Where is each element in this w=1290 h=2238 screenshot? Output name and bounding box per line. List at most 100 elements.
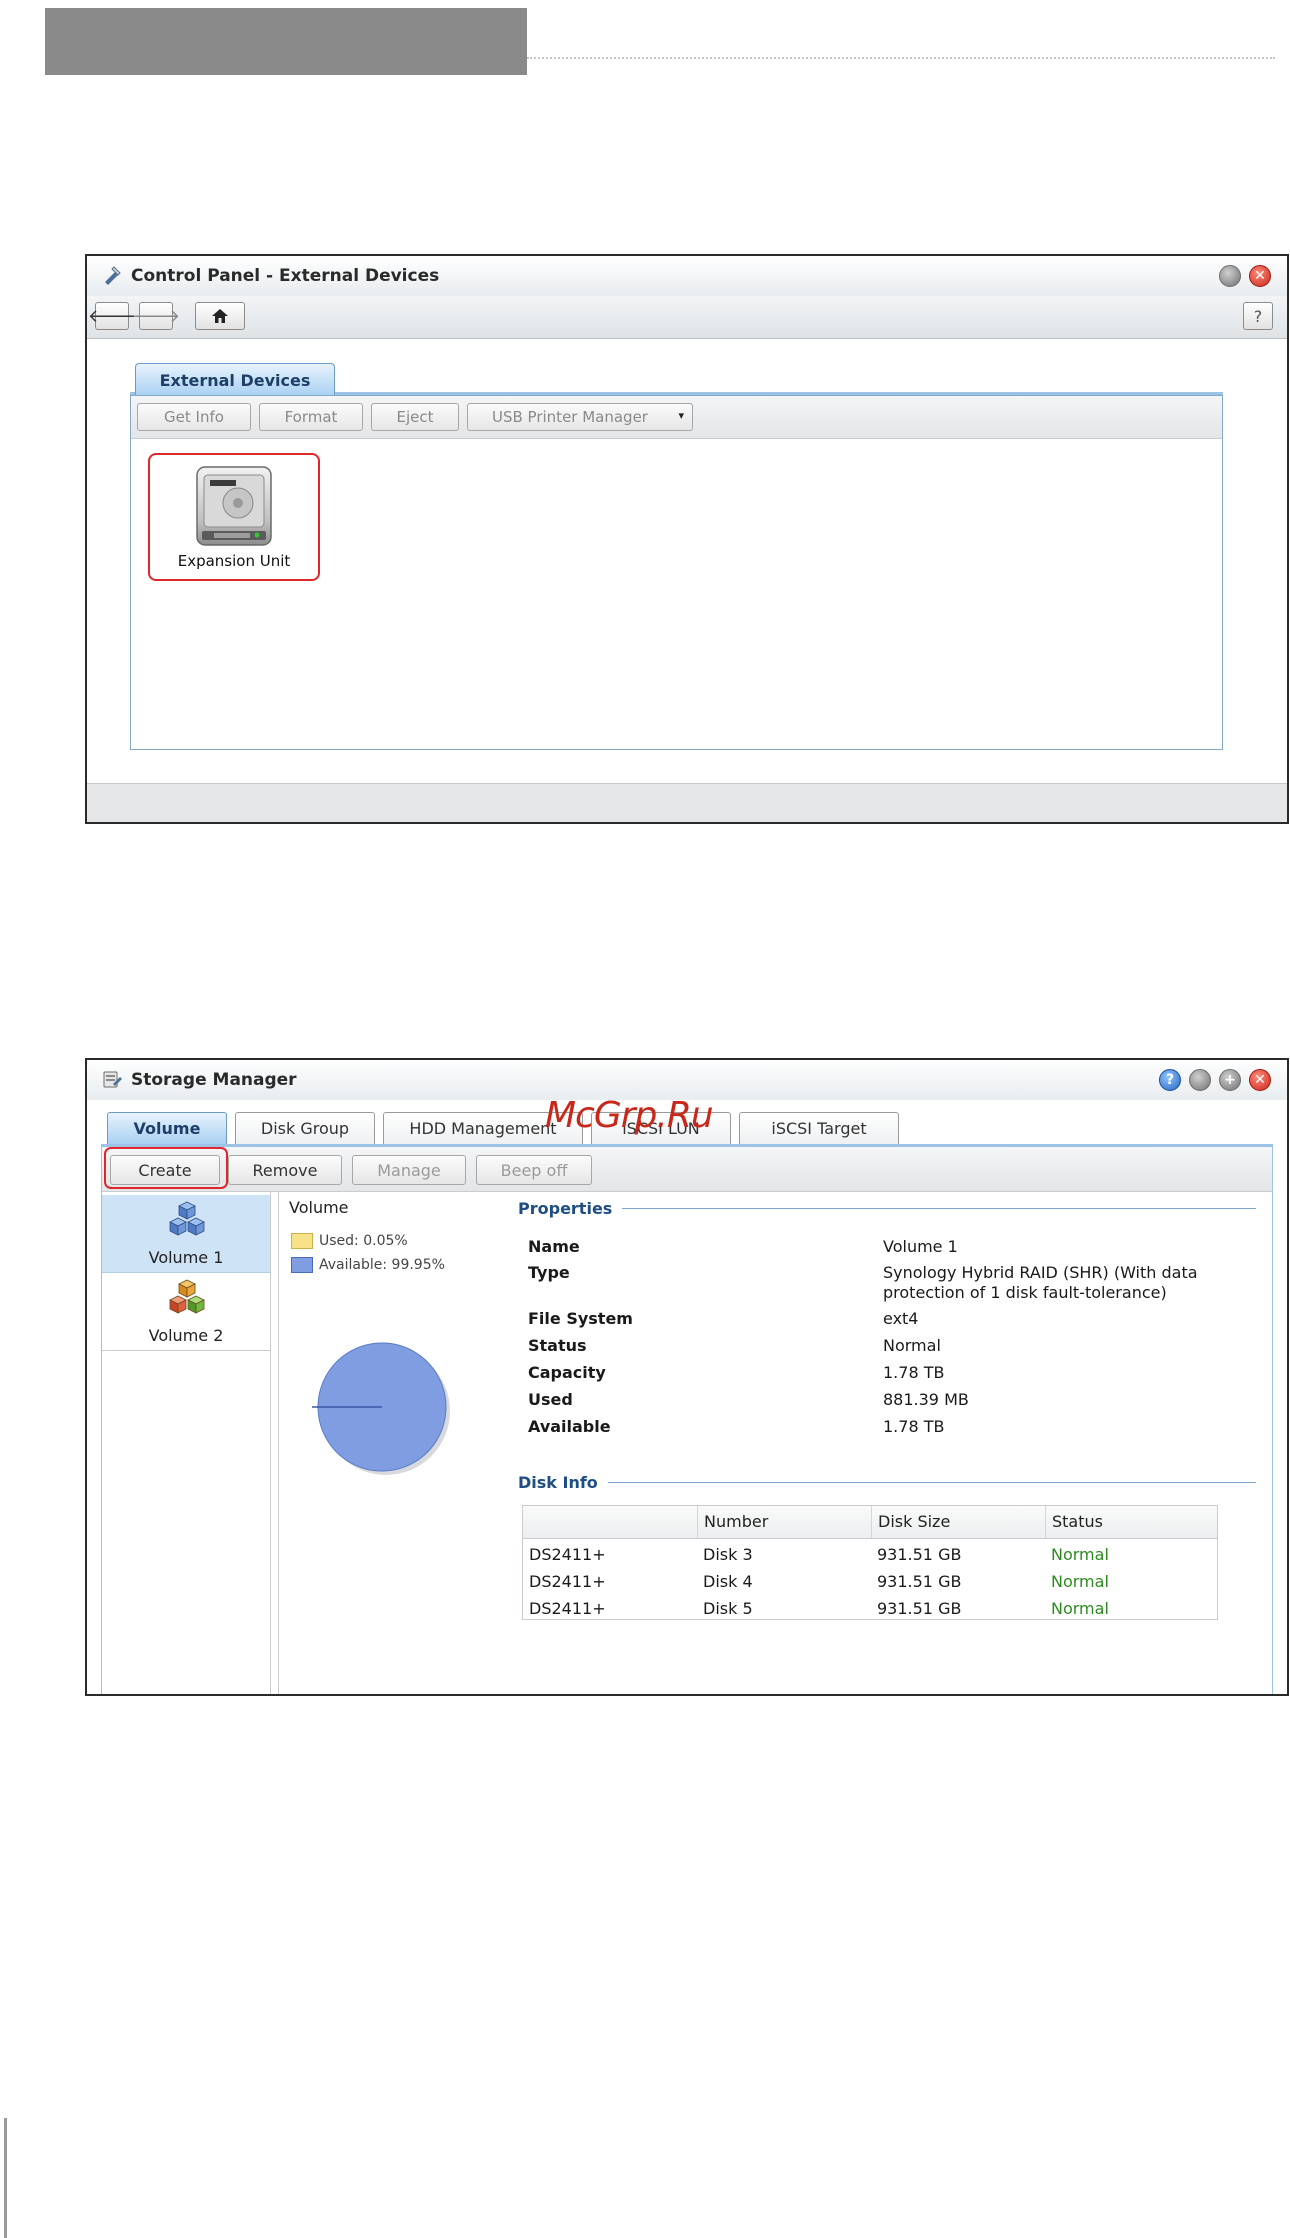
status-bar [87, 783, 1287, 822]
cell-disk-size: 931.51 GB [877, 1599, 962, 1618]
help-button[interactable]: ? [1243, 302, 1273, 330]
usb-printer-manager-label: USB Printer Manager [492, 408, 648, 426]
prop-value-capacity: 1.78 TB [883, 1363, 945, 1382]
get-info-button[interactable]: Get Info [137, 403, 251, 431]
home-button[interactable] [195, 302, 245, 330]
page-header-rule [527, 57, 1275, 59]
cell-device: DS2411+ [529, 1545, 606, 1564]
column-header-disk-size[interactable]: Disk Size [871, 1506, 1045, 1538]
tab-volume[interactable]: Volume [107, 1112, 227, 1144]
watermark: McGrp.Ru [545, 1095, 714, 1136]
cell-device: DS2411+ [529, 1572, 606, 1591]
prop-value-used: 881.39 MB [883, 1390, 969, 1409]
legend-used: Used: 0.05% [291, 1233, 408, 1249]
disk-info-table: Number Disk Size Status DS2411+ Disk 3 9… [522, 1505, 1218, 1620]
minimize-button[interactable] [1189, 1069, 1211, 1091]
back-button[interactable]: 🡐 [88, 302, 136, 330]
storage-manager-window: Storage Manager ? + ✕ Volume Disk Group … [85, 1058, 1289, 1696]
control-panel-body: External Devices Get Info Format Eject U… [87, 339, 1287, 784]
beep-off-button[interactable]: Beep off [476, 1155, 592, 1185]
device-label: Expansion Unit [177, 552, 291, 570]
volume-label: Volume 1 [148, 1248, 224, 1267]
cell-disk-size: 931.51 GB [877, 1572, 962, 1591]
legend-swatch-used [291, 1233, 313, 1249]
control-panel-titlebar: Control Panel - External Devices ✕ [87, 256, 1287, 296]
prop-label-capacity: Capacity [528, 1363, 606, 1382]
eject-button[interactable]: Eject [371, 403, 459, 431]
prop-label-used: Used [528, 1390, 573, 1409]
help-icon: ? [1253, 306, 1263, 326]
format-button[interactable]: Format [259, 403, 363, 431]
control-panel-icon [105, 266, 121, 285]
manage-button[interactable]: Manage [352, 1155, 466, 1185]
legend-available-label: Available: 99.95% [319, 1257, 445, 1273]
column-header-number[interactable]: Number [697, 1506, 871, 1538]
volume-content: Volume 1 Volume 2 Volume Used: 0.05% Ava… [101, 1192, 1273, 1694]
prop-value-available: 1.78 TB [883, 1417, 945, 1436]
properties-area: Properties Name Volume 1 Type Synology H… [508, 1192, 1272, 1694]
forward-button[interactable]: 🡒 [132, 302, 180, 330]
tab-external-devices[interactable]: External Devices [135, 363, 335, 396]
cell-device: DS2411+ [529, 1599, 606, 1618]
page-header-bar [45, 8, 527, 75]
volume-list: Volume 1 Volume 2 [102, 1192, 271, 1694]
prop-label-name: Name [528, 1237, 580, 1256]
tab-iscsi-target[interactable]: iSCSI Target [739, 1112, 899, 1144]
chart-title: Volume [289, 1198, 349, 1217]
cell-status: Normal [1051, 1545, 1109, 1564]
window-title: Control Panel - External Devices [131, 266, 440, 286]
list-item-volume-1[interactable]: Volume 1 [102, 1195, 270, 1273]
expansion-unit-device[interactable]: Expansion Unit [148, 453, 320, 581]
volume-toolbar: Create Remove Manage Beep off [101, 1147, 1273, 1192]
usb-printer-manager-dropdown[interactable]: USB Printer Manager ▾ [467, 403, 693, 431]
hdd-icon [196, 466, 272, 546]
remove-button[interactable]: Remove [228, 1155, 342, 1185]
help-button[interactable]: ? [1159, 1069, 1181, 1091]
cell-number: Disk 4 [703, 1572, 753, 1591]
home-icon [212, 309, 228, 323]
disk-info-heading: Disk Info [518, 1473, 1256, 1492]
storage-manager-icon [103, 1071, 122, 1088]
legend-swatch-available [291, 1257, 313, 1273]
close-button[interactable]: ✕ [1249, 1069, 1271, 1091]
properties-heading-text: Properties [518, 1199, 613, 1218]
maximize-button[interactable]: + [1219, 1069, 1241, 1091]
prop-label-file-system: File System [528, 1309, 633, 1328]
column-header-status[interactable]: Status [1045, 1506, 1219, 1538]
volume-icon [169, 1279, 205, 1314]
prop-label-type: Type [528, 1263, 570, 1282]
heading-rule [607, 1482, 1256, 1483]
prop-value-file-system: ext4 [883, 1309, 919, 1328]
prop-value-name: Volume 1 [883, 1237, 958, 1256]
close-button[interactable]: ✕ [1249, 265, 1271, 287]
properties-heading: Properties [518, 1199, 1256, 1218]
heading-rule [622, 1208, 1256, 1209]
create-button[interactable]: Create [110, 1155, 220, 1185]
list-item-volume-2[interactable]: Volume 2 [102, 1273, 270, 1351]
column-header-device[interactable] [523, 1506, 697, 1538]
cell-status: Normal [1051, 1599, 1109, 1618]
prop-label-status: Status [528, 1336, 587, 1355]
tab-disk-group[interactable]: Disk Group [235, 1112, 375, 1144]
chevron-down-icon: ▾ [678, 409, 684, 422]
cell-number: Disk 5 [703, 1599, 753, 1618]
page-left-rule [4, 2118, 7, 2238]
panel-toolbar: Get Info Format Eject USB Printer Manage… [131, 396, 1222, 439]
usage-chart-panel: Volume Used: 0.05% Available: 99.95% [278, 1192, 509, 1694]
navigation-toolbar: 🡐 🡒 ? [87, 296, 1287, 339]
legend-available: Available: 99.95% [291, 1257, 445, 1273]
cell-status: Normal [1051, 1572, 1109, 1591]
control-panel-window: Control Panel - External Devices ✕ 🡐 🡒 ?… [85, 254, 1289, 824]
prop-value-type: Synology Hybrid RAID (SHR) (With data pr… [883, 1263, 1198, 1302]
back-arrow-icon: 🡐 [87, 305, 137, 327]
disk-info-heading-text: Disk Info [518, 1473, 598, 1492]
legend-used-label: Used: 0.05% [319, 1233, 408, 1249]
prop-label-available: Available [528, 1417, 611, 1436]
window-title: Storage Manager [131, 1070, 297, 1090]
external-devices-panel: Get Info Format Eject USB Printer Manage… [130, 395, 1223, 750]
table-header: Number Disk Size Status [523, 1506, 1217, 1539]
volume-icon [169, 1201, 205, 1236]
usage-pie-chart [312, 1342, 450, 1475]
minimize-button[interactable] [1219, 265, 1241, 287]
storage-manager-titlebar: Storage Manager ? + ✕ [87, 1060, 1287, 1100]
